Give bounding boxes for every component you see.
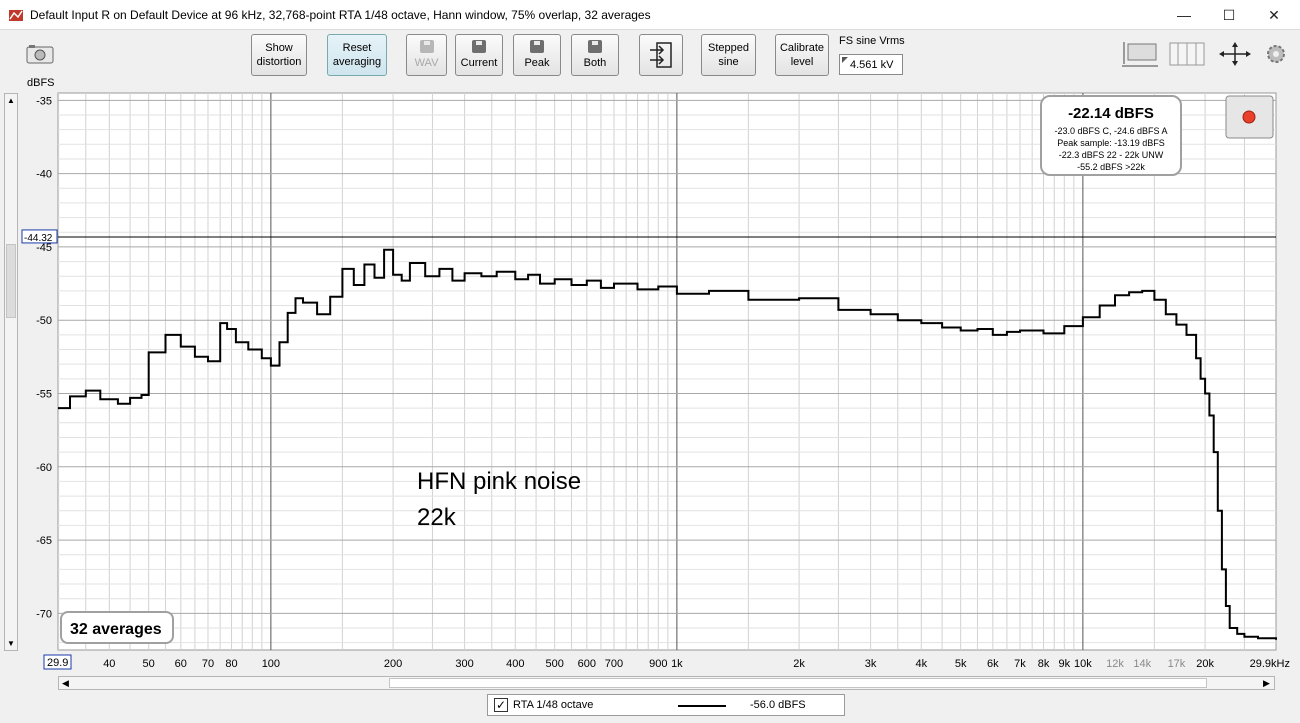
x-tick-label: 9k xyxy=(1058,658,1070,670)
x-tick-label: 10k xyxy=(1074,658,1092,670)
x-tick-label: 400 xyxy=(506,658,524,670)
y-tick-label: -35 xyxy=(36,95,52,107)
x-tick-label: 29.9kHz xyxy=(1250,658,1290,670)
horizontal-scroll-thumb[interactable] xyxy=(389,678,1207,688)
y-tick-label: -70 xyxy=(36,608,52,620)
x-tick-label: 300 xyxy=(455,658,473,670)
x-tick-label: 4k xyxy=(916,658,928,670)
x-tick-label: 7k xyxy=(1014,658,1026,670)
scroll-right-icon[interactable]: ▶ xyxy=(1263,678,1270,689)
legend-name: RTA 1/48 octave xyxy=(513,699,594,711)
x-tick-label: 1k xyxy=(671,658,683,670)
averages-text: 32 averages xyxy=(70,621,162,638)
x-tick-label: 500 xyxy=(545,658,563,670)
y-tick-label: -65 xyxy=(36,535,52,547)
x-tick-label: 6k xyxy=(987,658,999,670)
x-tick-label: 2k xyxy=(793,658,805,670)
x-tick-label: 20k xyxy=(1196,658,1214,670)
x-tick-label: 100 xyxy=(262,658,280,670)
cursor-value: -44.32 xyxy=(24,233,53,244)
x-tick-label: 17k xyxy=(1168,658,1186,670)
x-tick-label: 3k xyxy=(865,658,877,670)
x-tick-label: 8k xyxy=(1038,658,1050,670)
horizontal-scrollbar[interactable] xyxy=(58,676,1275,690)
x-tick-label: 5k xyxy=(955,658,967,670)
x-tick-label: 70 xyxy=(202,658,214,670)
x-tick-label: 12k xyxy=(1106,658,1124,670)
x-tick-label: 900 xyxy=(649,658,667,670)
readout-line-4: -55.2 dBFS >22k xyxy=(1077,162,1145,172)
rta-plot[interactable]: -35-40-45-50-55-60-65-70 40 50 60 70 80 100 20… xyxy=(0,0,1300,690)
legend-line-swatch xyxy=(678,705,726,707)
readout-line-3: -22.3 dBFS 22 - 22k UNW xyxy=(1059,150,1164,160)
y-tick-label: -60 xyxy=(36,462,52,474)
y-tick-label: -40 xyxy=(36,169,52,181)
x-start-value: 29.9 xyxy=(47,657,68,669)
record-icon xyxy=(1242,110,1256,124)
y-tick-label: -50 xyxy=(36,315,52,327)
readout-line-1: -23.0 dBFS C, -24.6 dBFS A xyxy=(1054,126,1167,136)
legend-level: -56.0 dBFS xyxy=(750,699,806,711)
x-tick-label: 60 xyxy=(175,658,187,670)
readout-line-2: Peak sample: -13.19 dBFS xyxy=(1057,138,1165,148)
annotation-line-2: 22k xyxy=(417,504,457,531)
annotation-line-1: HFN pink noise xyxy=(417,468,581,495)
legend-checkbox[interactable]: ✓ xyxy=(494,698,508,712)
x-tick-label: 600 xyxy=(578,658,596,670)
x-tick-label: 40 xyxy=(103,658,115,670)
y-tick-label: -55 xyxy=(36,388,52,400)
x-tick-label: 14k xyxy=(1133,658,1151,670)
x-tick-label: 50 xyxy=(143,658,155,670)
legend: ✓ RTA 1/48 octave -56.0 dBFS xyxy=(487,694,845,716)
x-tick-label: 700 xyxy=(605,658,623,670)
x-tick-label: 200 xyxy=(384,658,402,670)
readout-main: -22.14 dBFS xyxy=(1068,105,1154,122)
x-tick-label: 80 xyxy=(225,658,237,670)
plot-area xyxy=(57,92,1277,651)
scroll-left-icon[interactable]: ◀ xyxy=(62,678,69,689)
